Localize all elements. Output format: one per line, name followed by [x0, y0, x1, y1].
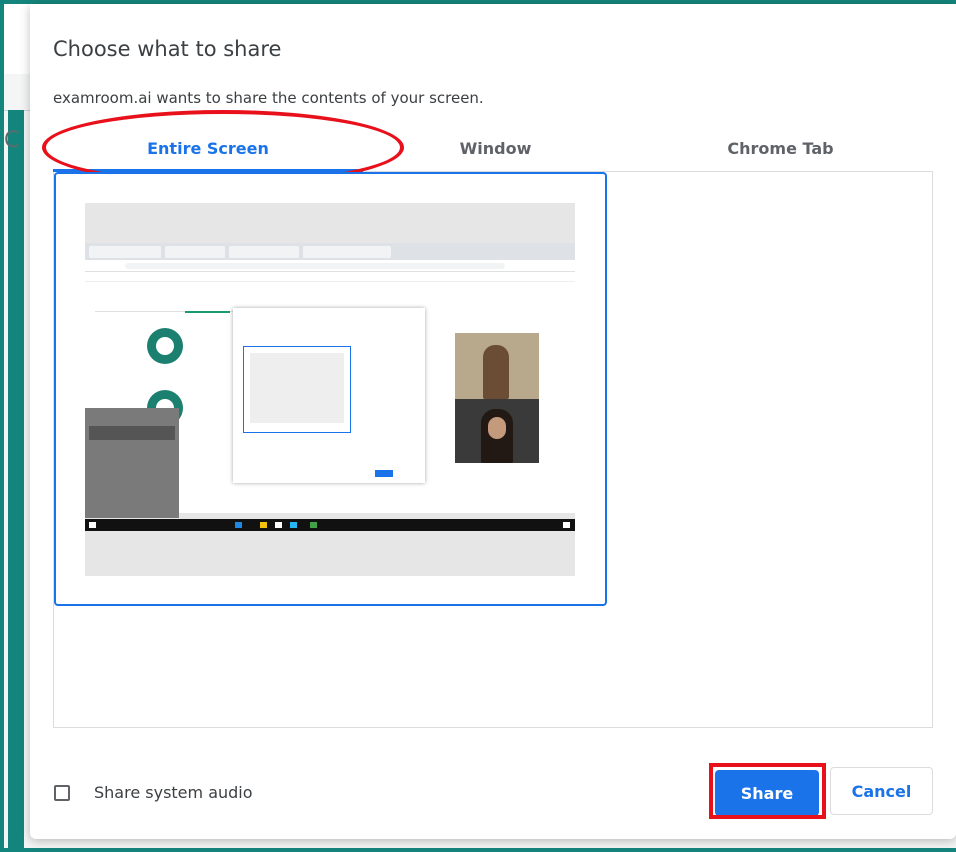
preview-taskbar	[85, 519, 575, 531]
taskbar-app-icon	[310, 522, 317, 528]
preview-avatar-icon	[147, 328, 183, 364]
taskbar-notification-icon	[563, 522, 570, 528]
preview-active-line	[185, 311, 230, 313]
preview-person	[483, 345, 509, 399]
share-button[interactable]: Share	[715, 770, 819, 816]
tab-window[interactable]: Window	[363, 130, 628, 172]
preview-chat-panel	[85, 408, 179, 518]
preview-tab-bar	[85, 243, 575, 260]
preview-video-tile	[455, 399, 539, 463]
cancel-button[interactable]: Cancel	[830, 767, 933, 815]
dialog-subtitle: examroom.ai wants to share the contents …	[53, 89, 484, 107]
dialog-title: Choose what to share	[53, 37, 282, 61]
preview-tab	[303, 246, 391, 258]
preview-video-tile	[455, 333, 539, 399]
preview-nested-selection	[243, 346, 351, 433]
screen-preview	[85, 203, 575, 576]
background-letter: C	[4, 128, 20, 153]
preview-bookmarks-bar	[85, 272, 575, 282]
dialog-footer: Share system audio Share Cancel	[30, 749, 956, 839]
background-strip	[4, 4, 30, 74]
preview-url-box	[125, 263, 505, 269]
share-dialog: Choose what to share examroom.ai wants t…	[30, 4, 956, 839]
preview-face	[488, 417, 506, 439]
preview-tab	[165, 246, 225, 258]
preview-nested-thumb	[250, 353, 344, 423]
share-audio-checkbox[interactable]	[54, 785, 70, 801]
screen-thumbnail-card[interactable]	[54, 172, 607, 606]
taskbar-app-icon	[235, 522, 242, 528]
share-audio-label: Share system audio	[94, 783, 253, 802]
share-content-area	[53, 172, 933, 728]
preview-tab	[89, 246, 161, 258]
preview-tab	[229, 246, 299, 258]
taskbar-app-icon	[290, 522, 297, 528]
taskbar-app-icon	[260, 522, 267, 528]
preview-address-bar	[85, 260, 575, 272]
preview-chat-header	[89, 426, 175, 440]
share-tabs: Entire Screen Window Chrome Tab	[53, 130, 933, 172]
preview-nested-button	[375, 470, 393, 477]
tab-entire-screen[interactable]: Entire Screen	[53, 130, 363, 172]
preview-avatar-inner	[156, 337, 174, 355]
preview-nested-dialog	[233, 308, 425, 483]
taskbar-app-icon	[275, 522, 282, 528]
windows-start-icon	[89, 522, 96, 528]
background-sidebar-bar	[8, 110, 24, 850]
tab-chrome-tab[interactable]: Chrome Tab	[628, 130, 933, 172]
